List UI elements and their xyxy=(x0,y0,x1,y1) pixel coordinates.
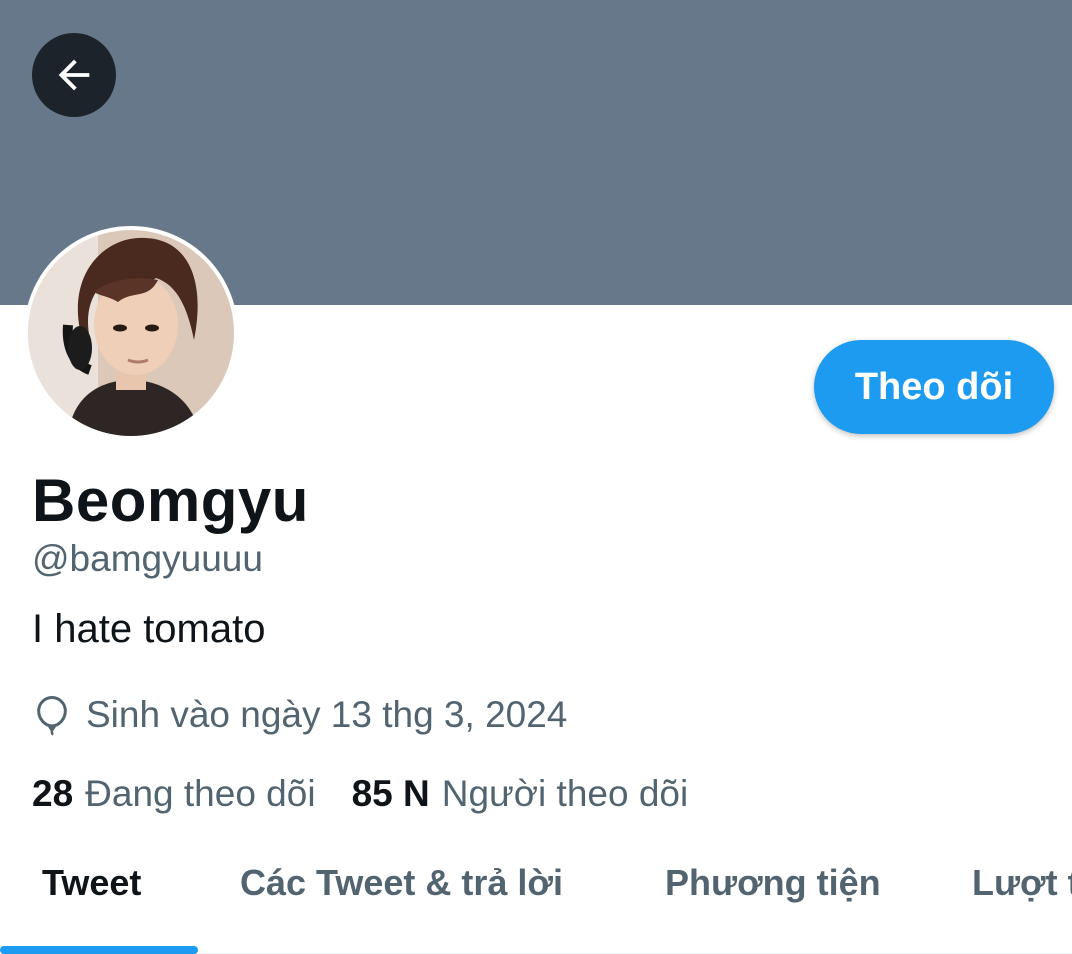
follow-button[interactable]: Theo dõi xyxy=(814,340,1054,434)
birth-date-text: Sinh vào ngày 13 thg 3, 2024 xyxy=(86,694,568,735)
profile-page: Theo dõi Beomgyu @bamgyuuuu I hate tomat… xyxy=(0,0,1072,954)
profile-tabs: Tweet Các Tweet & trả lời Phương tiện Lư… xyxy=(0,840,1072,954)
display-name: Beomgyu xyxy=(32,467,309,534)
followers-stat[interactable]: 85 N Người theo dõi xyxy=(352,773,689,815)
following-stat[interactable]: 28 Đang theo dõi xyxy=(32,773,316,815)
arrow-left-icon xyxy=(58,59,90,91)
user-handle: @bamgyuuuu xyxy=(32,538,263,579)
balloon-icon xyxy=(37,695,67,736)
avatar[interactable] xyxy=(24,226,238,440)
followers-count: 85 N xyxy=(351,773,430,814)
active-tab-indicator xyxy=(0,946,198,954)
tab-tweets-and-replies[interactable]: Các Tweet & trả lời xyxy=(240,862,563,904)
tab-likes[interactable]: Lượt thích xyxy=(972,862,1072,904)
birth-date-row: Sinh vào ngày 13 thg 3, 2024 xyxy=(32,692,567,738)
tab-tweets[interactable]: Tweet xyxy=(42,862,141,904)
back-button[interactable] xyxy=(32,33,116,117)
following-count: 28 xyxy=(32,773,74,814)
tab-media[interactable]: Phương tiện xyxy=(665,862,881,904)
profile-bio: I hate tomato xyxy=(32,607,266,651)
followers-label: Người theo dõi xyxy=(441,773,689,814)
following-label: Đang theo dõi xyxy=(85,773,316,814)
follow-stats: 28 Đang theo dõi 85 N Người theo dõi xyxy=(32,770,688,818)
avatar-photo xyxy=(28,230,234,436)
